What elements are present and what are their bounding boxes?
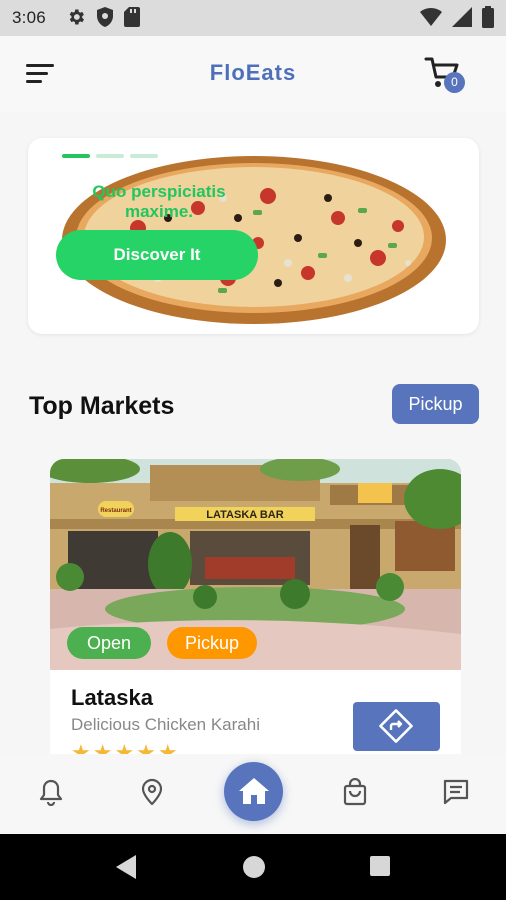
shopping-bag-icon	[343, 777, 367, 806]
nav-orders[interactable]	[342, 777, 368, 811]
wifi-icon	[420, 7, 442, 27]
carousel-dot-active[interactable]	[62, 154, 90, 158]
directions-button[interactable]	[353, 702, 440, 751]
nav-notifications[interactable]	[38, 778, 64, 811]
app-bar: FloEats 0	[0, 36, 506, 112]
signal-icon	[452, 7, 472, 27]
battery-icon	[482, 6, 494, 28]
banner-text: Quo perspiciatis maxime.	[92, 182, 226, 221]
section-title: Top Markets	[29, 392, 175, 420]
bottom-navigation	[0, 754, 506, 834]
system-home-button[interactable]	[242, 855, 266, 884]
carousel-indicators	[62, 154, 158, 158]
carousel-dot[interactable]	[130, 154, 158, 158]
nav-messages[interactable]	[442, 778, 470, 811]
lataska-bar-sign: LATASKA BAR	[206, 509, 283, 521]
system-recents-button[interactable]	[369, 855, 391, 882]
status-right-icons	[420, 6, 494, 28]
carousel-dot[interactable]	[96, 154, 124, 158]
system-navigation-bar	[0, 834, 506, 900]
home-circle-icon	[243, 856, 265, 878]
status-bar: 3:06	[0, 0, 506, 36]
status-left-icons	[66, 7, 140, 27]
sd-card-icon	[124, 7, 140, 27]
shield-icon	[96, 7, 114, 27]
recents-square-icon	[370, 856, 390, 876]
market-description: Delicious Chicken Karahi	[71, 715, 260, 734]
market-card[interactable]: LATASKA BAR Restaurant Open Pickup Latas…	[50, 459, 461, 755]
home-icon	[239, 778, 269, 804]
cart-button[interactable]: 0	[424, 56, 468, 96]
discover-button[interactable]: Discover It	[56, 230, 258, 280]
location-icon	[141, 778, 163, 806]
nav-location[interactable]	[140, 778, 164, 811]
chat-icon	[443, 779, 469, 805]
cart-count-badge: 0	[444, 72, 465, 93]
status-tag-pickup: Pickup	[167, 627, 257, 659]
bell-icon	[39, 779, 63, 807]
restaurant-sign: Restaurant	[100, 508, 131, 514]
nav-home[interactable]	[224, 762, 283, 821]
directions-icon	[379, 709, 413, 743]
pickup-filter-button[interactable]: Pickup	[392, 384, 479, 424]
rating-stars: ★★★★★	[71, 740, 180, 755]
gear-icon	[66, 7, 86, 27]
back-triangle-icon	[116, 855, 136, 879]
status-time: 3:06	[12, 8, 46, 27]
status-tag-open: Open	[67, 627, 151, 659]
market-name: Lataska	[71, 685, 153, 710]
system-back-button[interactable]	[114, 853, 138, 886]
promo-banner[interactable]: Quo perspiciatis maxime. Discover It	[28, 138, 479, 334]
